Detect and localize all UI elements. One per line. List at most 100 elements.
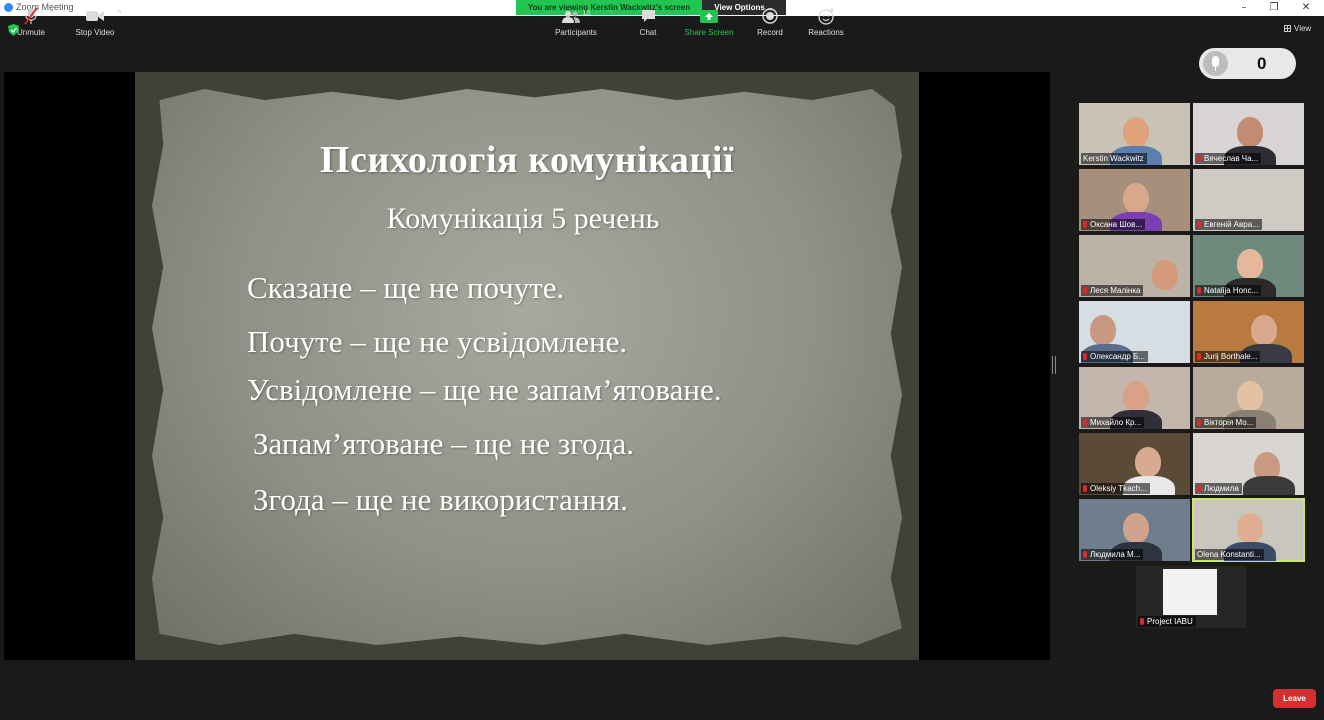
minimize-button[interactable]: – xyxy=(1229,0,1259,16)
muted-mic-icon xyxy=(1083,353,1087,360)
view-label: View xyxy=(1294,24,1312,33)
microphone-icon xyxy=(1203,51,1228,76)
participant-name: Oleksiy Tkach... xyxy=(1081,483,1150,494)
participant-name: Natalija Honc... xyxy=(1195,285,1262,296)
participant-name: Оксана Шов... xyxy=(1081,219,1146,230)
video-camera-icon xyxy=(86,11,104,21)
participant-name-text: Евгеній Авра... xyxy=(1204,220,1259,229)
close-window-button[interactable]: ✕ xyxy=(1291,0,1321,16)
unmute-label: Unmute xyxy=(16,28,45,37)
participant-avatar xyxy=(1237,512,1264,543)
participant-name: Олександр Б... xyxy=(1081,351,1148,362)
leave-meeting-button[interactable]: Leave xyxy=(1273,689,1316,708)
participant-tile[interactable]: Людмила xyxy=(1193,433,1304,495)
muted-mic-icon xyxy=(1083,551,1087,558)
participant-name: Леся Малінка xyxy=(1081,285,1144,296)
participant-avatar xyxy=(1237,248,1264,279)
chat-label: Chat xyxy=(639,28,657,37)
grid-icon xyxy=(1284,25,1291,32)
participant-name-text: Михайло Кр... xyxy=(1090,418,1142,427)
participant-tile[interactable]: Вячеслав Ча... xyxy=(1193,103,1304,165)
muted-mic-icon xyxy=(1083,287,1087,294)
participant-name-text: Kerstin Wackwitz xyxy=(1083,154,1144,163)
participant-name-text: Леся Малінка xyxy=(1090,286,1141,295)
participant-tile-active-speaker[interactable]: Olena Konstanti... xyxy=(1192,498,1305,562)
audio-options-caret[interactable]: ^ xyxy=(50,10,53,17)
participant-tile[interactable]: Леся Малінка xyxy=(1079,235,1190,297)
participant-name-text: Оксана Шов... xyxy=(1090,220,1143,229)
participant-name-text: Jurij Borthale... xyxy=(1204,352,1258,361)
participant-tile[interactable]: Олександр Б... xyxy=(1079,301,1190,363)
participant-name: Михайло Кр... xyxy=(1081,417,1145,428)
participant-tile[interactable]: Оксана Шов... xyxy=(1079,169,1190,231)
unmute-button[interactable]: Unmute xyxy=(15,6,47,37)
participants-count: 15 xyxy=(582,9,591,17)
muted-mic-icon xyxy=(1083,419,1087,426)
participant-name: Project IABU xyxy=(1138,616,1196,627)
participant-tile[interactable]: Project IABU xyxy=(1136,566,1246,628)
participant-name-text: Олександр Б... xyxy=(1090,352,1145,361)
participant-tile[interactable]: Natalija Honc... xyxy=(1193,235,1304,297)
video-options-caret[interactable]: ^ xyxy=(118,10,121,17)
participant-tile[interactable]: Вікторія Мо... xyxy=(1193,367,1304,429)
smiley-reaction-icon xyxy=(817,7,834,25)
stop-video-button[interactable]: Stop Video xyxy=(72,6,118,37)
share-screen-button[interactable]: Share Screen xyxy=(683,6,735,37)
participant-tile[interactable]: Oleksiy Tkach... xyxy=(1079,433,1190,495)
participant-tile[interactable]: Евгеній Авра... xyxy=(1193,169,1304,231)
muted-mic-icon xyxy=(1197,221,1201,228)
participant-placeholder xyxy=(1163,569,1217,615)
participant-name: Евгеній Авра... xyxy=(1195,219,1262,230)
participant-tile[interactable]: Людмила М... xyxy=(1079,499,1190,561)
participant-name: Olena Konstanti... xyxy=(1195,549,1264,560)
participant-avatar xyxy=(1090,314,1117,345)
counter-value: 0 xyxy=(1257,54,1267,73)
participants-button[interactable]: 15 Participants xyxy=(552,6,600,38)
participant-avatar xyxy=(1134,446,1161,477)
slide-subtitle: Комунікація 5 речень xyxy=(386,202,660,235)
participants-icon xyxy=(561,10,580,23)
slide-line: Згода – ще не використання. xyxy=(253,482,629,517)
slide-line: Запам’ятоване – ще не згода. xyxy=(253,426,634,461)
slide-line: Сказане – ще не почуте. xyxy=(247,270,565,305)
reactions-label: Reactions xyxy=(808,28,844,37)
participant-name-text: Вікторія Мо... xyxy=(1204,418,1254,427)
participant-tile[interactable]: Jurij Borthale... xyxy=(1193,301,1304,363)
participant-name-text: Natalija Honc... xyxy=(1204,286,1259,295)
participant-avatar xyxy=(1123,512,1150,543)
participant-name: Jurij Borthale... xyxy=(1195,351,1261,362)
muted-mic-icon xyxy=(1197,155,1201,162)
participant-name-text: Project IABU xyxy=(1147,617,1193,626)
maximize-button[interactable]: ❐ xyxy=(1259,0,1289,16)
participant-name-text: Людмила xyxy=(1204,484,1239,493)
share-screen-label: Share Screen xyxy=(684,28,734,37)
record-icon xyxy=(762,8,778,24)
participant-name-text: Людмила М... xyxy=(1090,550,1141,559)
meeting-toolbar xyxy=(0,676,1324,720)
participants-label: Participants xyxy=(555,28,597,37)
reactions-button[interactable]: Reactions xyxy=(806,6,846,37)
participant-tile[interactable]: Kerstin Wackwitz xyxy=(1079,103,1190,165)
participant-avatar xyxy=(1123,182,1150,213)
stop-video-label: Stop Video xyxy=(75,28,115,37)
record-button[interactable]: Record xyxy=(755,6,785,37)
muted-mic-icon xyxy=(1140,618,1144,625)
view-layout-button[interactable]: View xyxy=(1284,24,1311,33)
participant-tile[interactable]: Михайло Кр... xyxy=(1079,367,1190,429)
record-label: Record xyxy=(757,28,783,37)
participant-name-text: Вячеслав Ча... xyxy=(1204,154,1259,163)
participant-avatar xyxy=(1123,380,1150,411)
participant-name: Вячеслав Ча... xyxy=(1195,153,1262,164)
chat-button[interactable]: Chat xyxy=(636,6,660,37)
participant-name-text: Olena Konstanti... xyxy=(1197,550,1261,559)
participant-avatar xyxy=(1237,380,1264,411)
participant-avatar xyxy=(1250,314,1277,345)
participant-name: Людмила М... xyxy=(1081,549,1144,560)
slide-title: Психологія комунікації xyxy=(320,139,734,181)
participants-options-caret[interactable]: ^ xyxy=(609,10,612,17)
participant-name: Kerstin Wackwitz xyxy=(1081,153,1147,164)
participant-avatar xyxy=(1152,259,1179,290)
participant-name: Вікторія Мо... xyxy=(1195,417,1257,428)
muted-mic-icon xyxy=(1083,221,1087,228)
panel-resize-handle[interactable] xyxy=(1052,356,1056,374)
